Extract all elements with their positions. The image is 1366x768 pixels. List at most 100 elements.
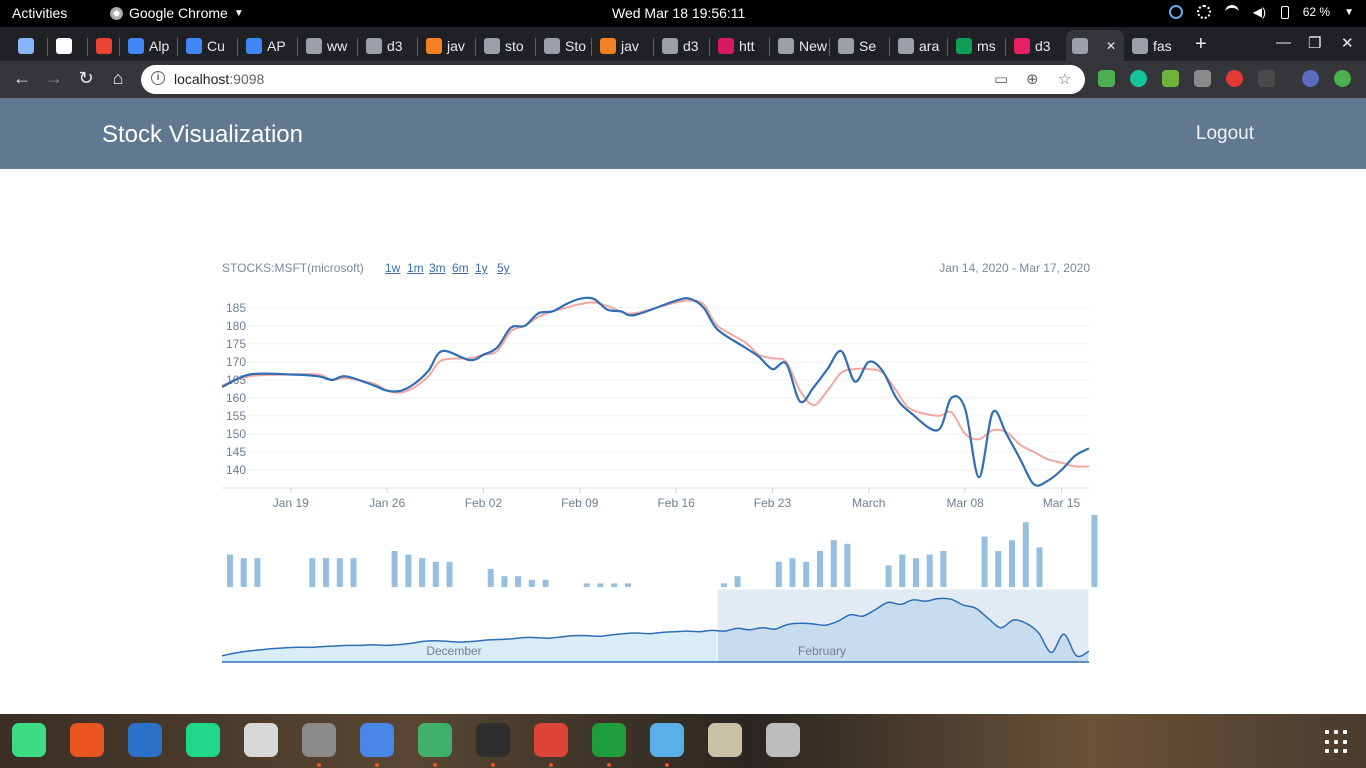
browser-tab[interactable] [50,30,86,61]
tab-separator [591,38,592,56]
volume-bar [926,554,933,587]
volume-bar [844,543,851,587]
browser-tab[interactable]: d3 [360,30,416,61]
browser-tab[interactable] [12,30,48,61]
app-menu[interactable]: Google Chrome ▼ [110,5,244,21]
volume-bar [350,558,357,587]
y-tick-label: 175 [226,337,246,351]
tab-favicon-icon [778,37,794,54]
close-tab-icon[interactable]: ✕ [1106,39,1116,53]
maximize-window-icon[interactable]: ❐ [1308,34,1321,52]
disk-icon[interactable] [766,723,800,757]
show-applications-icon[interactable] [1325,730,1349,754]
extension-icon[interactable] [1258,70,1275,87]
software-center-icon[interactable] [70,723,104,757]
grammarly-icon[interactable] [1130,70,1147,87]
update-icon[interactable] [1334,70,1351,87]
extension-icon[interactable] [1098,70,1115,87]
home-icon[interactable]: ⌂ [107,68,129,89]
browser-tab[interactable]: ara [892,30,946,61]
running-indicator [607,763,611,767]
terminal-icon[interactable] [476,723,510,757]
archive-icon[interactable] [360,723,394,757]
settings-icon[interactable] [302,723,336,757]
reload-icon[interactable]: ↻ [75,68,97,89]
system-tray[interactable]: ◀) 62 % ▼ [1168,5,1354,19]
browser-tab[interactable]: d3 [656,30,708,61]
tab-favicon-icon [838,37,854,54]
tab-label: New T [799,37,828,54]
browser-tab[interactable] [90,30,120,61]
browser-tab[interactable]: d3 [1008,30,1062,61]
volume-bar [611,583,618,587]
libreoffice-writer-icon[interactable] [128,723,162,757]
tab-favicon-icon [246,37,262,54]
pinwheel-icon[interactable] [650,723,684,757]
zoom-icon[interactable]: ⊕ [1026,70,1039,88]
tab-favicon-icon [1014,37,1030,54]
browser-tab[interactable]: sto [478,30,534,61]
close-window-icon[interactable]: ✕ [1341,34,1354,52]
browser-tab[interactable]: ww [300,30,356,61]
site-info-icon[interactable]: i [151,71,165,85]
activities-button[interactable]: Activities [12,5,67,21]
browser-tab[interactable]: ms [950,30,1004,61]
running-indicator [665,763,669,767]
context-chart[interactable]: December February [221,588,1090,663]
brush-selection[interactable] [716,588,1090,663]
browser-tab[interactable]: AP [240,30,296,61]
cast-icon[interactable]: ▭ [994,70,1008,88]
volume-bar [501,576,508,587]
y-tick-label: 160 [226,391,246,405]
browser-tab[interactable]: Sto [538,30,590,61]
atom-icon[interactable] [418,723,452,757]
browser-tab[interactable]: Alp [122,30,176,61]
pycharm-icon[interactable] [186,723,220,757]
facebook-extension-icon[interactable] [1194,70,1211,87]
bookmark-star-icon[interactable]: ☆ [1058,70,1071,88]
dock [0,714,1366,768]
pinwheel-tray-icon[interactable] [1168,5,1183,19]
magnifier-icon[interactable] [244,723,278,757]
tab-separator [47,38,48,56]
browser-tab[interactable]: jav [420,30,474,61]
browser-tab[interactable]: New T [772,30,828,61]
tab-separator [177,38,178,56]
browser-tab[interactable]: htt [712,30,768,61]
tab-favicon-icon [128,37,144,54]
minimize-window-icon[interactable]: — [1276,34,1291,51]
profile-avatar[interactable] [1302,70,1319,87]
browser-tab[interactable]: ✕ [1066,30,1124,61]
file-manager-icon[interactable] [708,723,742,757]
browser-tab[interactable]: Se [832,30,888,61]
tab-label: fas [1153,37,1172,54]
volume-bar [734,576,741,587]
battery-percent: 62 % [1302,5,1331,19]
browser-tab[interactable]: jav [594,30,652,61]
tab-favicon-icon [1132,37,1148,54]
volume-bar [240,558,247,587]
download-extension-icon[interactable] [1162,70,1179,87]
tab-favicon-icon [366,37,382,54]
android-studio-icon[interactable] [12,723,46,757]
y-tick-label: 150 [226,427,246,441]
browser-tab[interactable]: fas [1126,30,1176,61]
forward-arrow-icon[interactable]: → [43,68,65,89]
browser-tab[interactable]: Cu [180,30,236,61]
tab-separator [357,38,358,56]
tab-label: jav [621,37,639,54]
address-bar[interactable]: i localhost:9098 ▭ ⊕ ☆ [141,65,1085,94]
hand-extension-icon[interactable] [1226,70,1243,87]
back-arrow-icon[interactable]: ← [11,68,33,89]
url-text[interactable]: localhost:9098 [174,71,264,87]
power-menu-icon[interactable]: ▼ [1344,7,1354,18]
new-tab-button[interactable]: + [1195,33,1207,56]
volume-bar [624,583,631,587]
logout-link[interactable]: Logout [1196,123,1254,145]
tab-separator [947,38,948,56]
x-tick-label: Jan 19 [273,496,309,510]
chrome-icon[interactable] [534,723,568,757]
tab-label: ww [327,37,348,54]
clock[interactable]: Wed Mar 18 19:56:11 [612,5,745,21]
libreoffice-calc-icon[interactable] [592,723,626,757]
